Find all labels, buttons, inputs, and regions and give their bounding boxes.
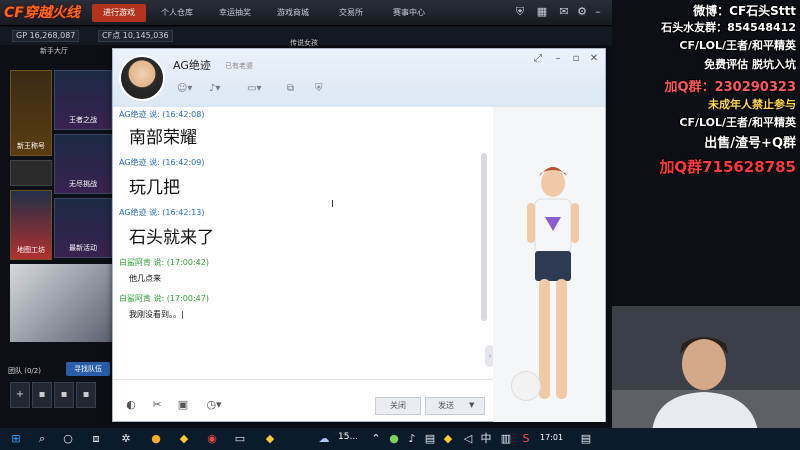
palette-icon[interactable]: ◐ (123, 397, 139, 413)
overlay-line: CF/LOL/王者/和平精英 (679, 116, 796, 129)
team-slot-locked: ▪ (32, 382, 52, 408)
promo-card[interactable]: 王者之战 (54, 70, 112, 130)
message-input[interactable]: 我刚没看到。。| (129, 309, 184, 320)
message-sender: 白鲨阿肯 说: (17:00:47) (119, 294, 209, 303)
mode-icon[interactable]: ⤢ (531, 53, 545, 65)
send-button[interactable]: 发送 (425, 397, 485, 415)
video-icon[interactable]: ▭▾ (247, 81, 261, 97)
volume-icon[interactable]: ◁ (460, 431, 476, 447)
windows-icon[interactable]: ⊞ (8, 431, 24, 447)
clock-icon[interactable]: ◷▾ (201, 397, 227, 413)
battery-icon[interactable]: ▥ (498, 431, 514, 447)
overlay-line: 未成年人禁止参与 (708, 98, 796, 111)
contact-status: 已有老婆 (225, 62, 253, 70)
sogou-icon[interactable]: S (518, 431, 534, 447)
tab-inventory[interactable]: 个人仓库 (150, 4, 204, 22)
tab-events[interactable]: 赛事中心 (382, 4, 436, 22)
chat-bubble-icon[interactable]: ✉ (556, 4, 572, 20)
minimize-icon[interactable]: – (590, 4, 606, 20)
mini-avatar[interactable] (511, 371, 541, 401)
tab-play[interactable]: 进行游戏 (92, 4, 146, 22)
tab-lucky-draw[interactable]: 幸运抽奖 (208, 4, 262, 22)
message-sender: AG绝迹 说: (16:42:08) (119, 110, 205, 119)
message-text: 玩几把 (129, 178, 180, 198)
settings-icon[interactable]: ⚙ (574, 4, 590, 20)
team-slot-locked: ▪ (54, 382, 74, 408)
message-list: AG绝迹 说: (16:42:08) 南部荣耀 AG绝迹 说: (16:42:0… (119, 109, 479, 359)
close-button[interactable]: 关闭 (375, 397, 421, 415)
clock: 17:01 (540, 433, 564, 442)
avatar[interactable] (119, 55, 165, 101)
image-icon[interactable]: ▣ (175, 397, 191, 413)
event-banner[interactable] (10, 264, 112, 342)
tab-shop[interactable]: 游戏商城 (266, 4, 320, 22)
message-sender: 白鲨阿肯 说: (17:00:42) (119, 258, 209, 267)
gift-icon[interactable]: ▦ (534, 4, 550, 20)
team-title: 团队 (0/2) (8, 367, 41, 375)
promo-card[interactable]: 地图工坊 (10, 190, 52, 260)
close-icon[interactable]: ✕ (587, 53, 601, 65)
monitor-icon[interactable]: ▭ (232, 431, 248, 447)
message-sender: AG绝迹 说: (16:42:09) (119, 158, 205, 167)
promo-card[interactable]: 新王称号 (10, 70, 52, 156)
channel-name: 传说女孩 (290, 39, 318, 47)
promo-card[interactable] (10, 160, 52, 186)
overlay-line: 加Q群715628785 (659, 158, 796, 176)
send-options-arrow[interactable]: ▼ (469, 401, 474, 409)
shield-icon[interactable]: ⛨ (512, 4, 528, 20)
contact-name: AG绝迹 (173, 59, 211, 72)
promo-card[interactable]: 无尽挑战 (54, 134, 112, 194)
overlay-line: 出售/渣号+Q群 (704, 136, 796, 151)
game-logo: CF穿越火线 (4, 5, 80, 21)
overlay-line: 微博：CF石头Sttt (693, 4, 796, 18)
weather-temp: 15... (338, 432, 359, 442)
mic-icon[interactable]: ♪ (404, 431, 420, 447)
minimize-icon[interactable]: – (551, 53, 565, 65)
team-slot-locked: ▪ (76, 382, 96, 408)
shield-icon[interactable]: ⛨ (315, 81, 323, 97)
gp-display: GP 16,268,087 (12, 30, 80, 42)
chevron-up-icon[interactable]: ⌃ (368, 431, 384, 447)
tab-trade[interactable]: 交易所 (324, 4, 378, 22)
overlay-line: 石头水友群：854548412 (661, 21, 796, 34)
find-team-button[interactable]: 寻找队伍 (66, 362, 110, 376)
cf-points-display: CF点 10,145,036 (98, 30, 173, 42)
scrollbar[interactable] (481, 153, 487, 321)
overlay-line: 免费评估 脱坑入坑 (704, 58, 796, 71)
promo-card[interactable]: 最新活动 (54, 198, 112, 258)
chat-window: AG绝迹 已有老婆 ☺▾ ♪▾ ▭▾ ⧉ ⛨ ⤢ – ▫ ✕ AG绝迹 说: (… (112, 48, 606, 422)
divider (113, 379, 493, 380)
overlay-line: CF/LOL/王者/和平精英 (679, 39, 796, 52)
smiley-icon[interactable]: ☺▾ (177, 81, 192, 97)
notification-icon[interactable]: ▤ (578, 431, 594, 447)
ime-icon[interactable]: 中 (478, 431, 494, 447)
text-cursor: I (331, 199, 334, 210)
search-icon[interactable]: ⌕ (34, 431, 50, 447)
weather-icon: ☁ (318, 432, 330, 445)
task-view-icon[interactable]: ○ (60, 431, 76, 447)
message-sender: AG绝迹 说: (16:42:13) (119, 208, 205, 217)
mic-icon[interactable]: ♪▾ (209, 81, 220, 97)
network-icon[interactable]: ▤ (422, 431, 438, 447)
app-icon[interactable]: ◆ (440, 431, 456, 447)
scissors-icon[interactable]: ✂ (149, 397, 165, 413)
team-slot-add[interactable]: + (10, 382, 30, 408)
app-cat2-icon[interactable]: ◆ (262, 431, 278, 447)
app-green-icon[interactable]: ● (386, 431, 402, 447)
message-text: 他几点来 (129, 274, 161, 283)
app-cat-icon[interactable]: ◆ (176, 431, 192, 447)
webcam-feed (612, 306, 800, 432)
screen-icon[interactable]: ⧉ (287, 81, 294, 97)
message-text: 石头就来了 (129, 228, 214, 248)
chrome-icon[interactable]: ◉ (204, 431, 220, 447)
message-text: 南部荣耀 (129, 128, 197, 148)
lobby-title: 新手大厅 (40, 47, 68, 55)
app-yellow-icon[interactable]: ● (148, 431, 164, 447)
maximize-icon[interactable]: ▫ (569, 53, 583, 65)
settings-icon[interactable]: ✲ (118, 431, 134, 447)
multitask-icon[interactable]: ⧈ (88, 431, 104, 447)
overlay-line: 加Q群：230290323 (664, 80, 796, 95)
